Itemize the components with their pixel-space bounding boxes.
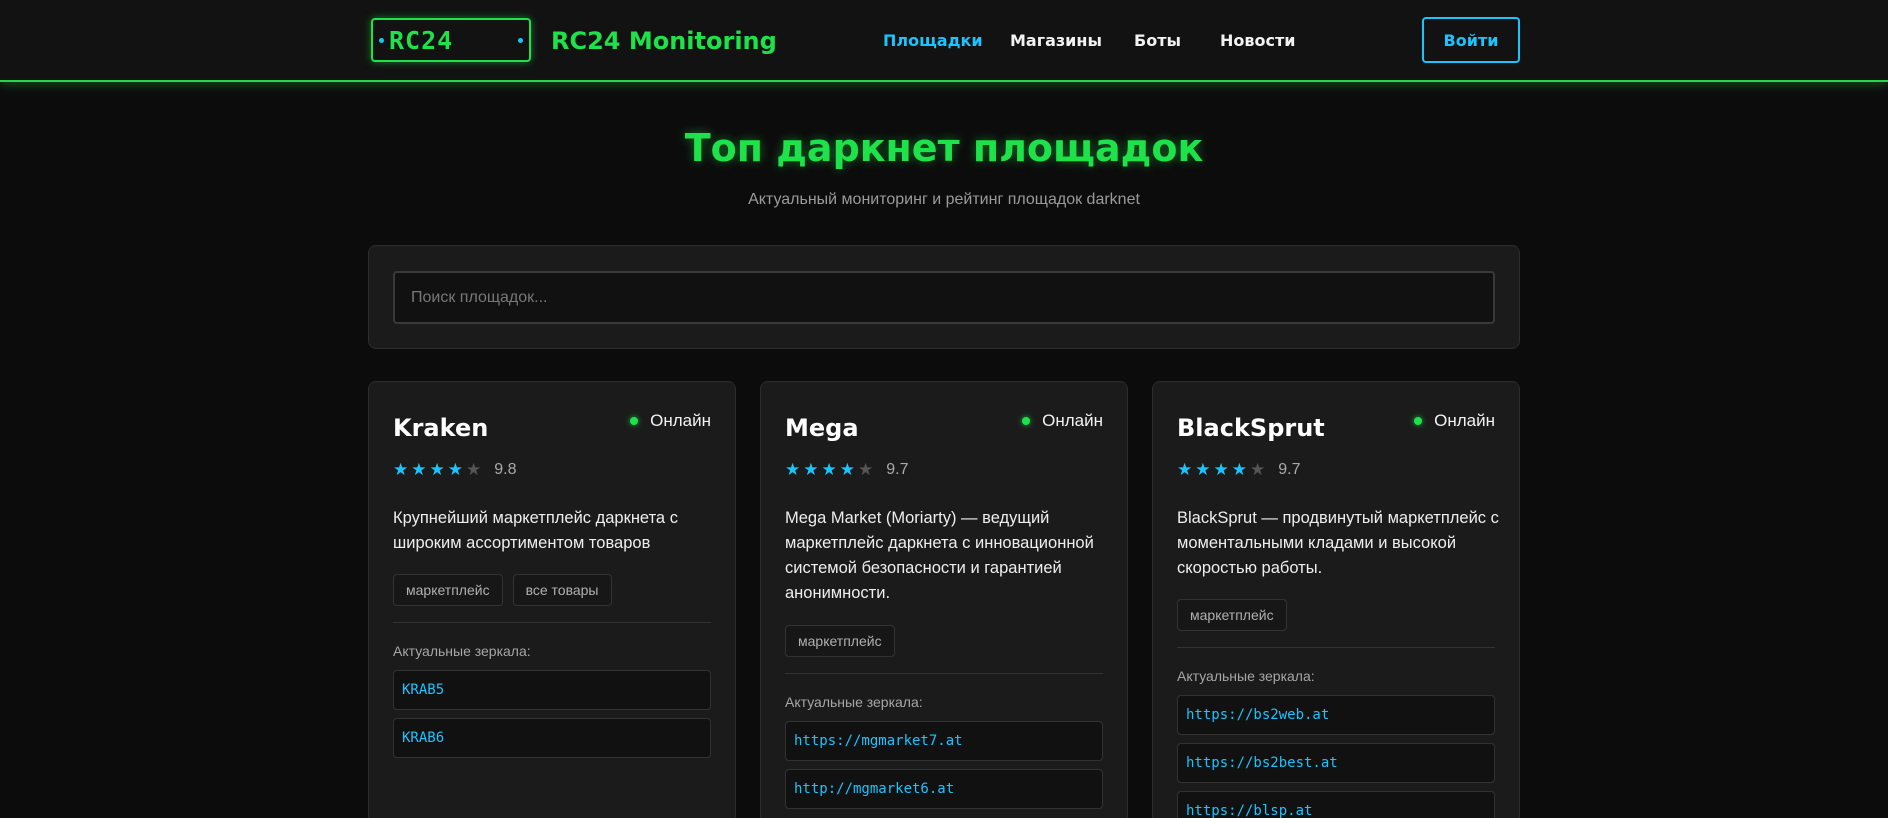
star-filled-icon: ★ [1195,460,1211,479]
status-label: Онлайн [1042,411,1103,430]
tag-list: маркетплейс [1177,599,1287,631]
mirror-link[interactable]: http://mgmarket6.at [785,769,1103,809]
status-badge: Онлайн [1414,411,1495,431]
search-panel [368,245,1520,349]
search-input[interactable] [393,271,1495,324]
mirror-link[interactable]: https://bs2best.at [1177,743,1495,783]
card-title[interactable]: Mega [785,414,859,442]
tag[interactable]: все товары [512,574,612,606]
rating: ★ ★ ★ ★ ★ 9.8 [393,460,517,480]
status-label: Онлайн [650,411,711,430]
online-dot-icon [1414,417,1423,425]
divider [785,673,1103,674]
nav-item-news[interactable]: Новости [1220,31,1295,50]
rating: ★ ★ ★ ★ ★ 9.7 [785,460,909,480]
star-filled-icon: ★ [393,460,409,479]
rating-value: 9.7 [886,461,909,478]
rating: ★ ★ ★ ★ ★ 9.7 [1177,460,1301,480]
platform-card-blacksprut[interactable]: BlackSprut Онлайн ★ ★ ★ ★ ★ 9.7 BlackSpr… [1152,381,1520,818]
card-title[interactable]: Kraken [393,414,488,442]
mirrors-label: Актуальные зеркала: [1177,668,1315,684]
star-filled-icon: ★ [1177,460,1193,479]
star-filled-icon: ★ [839,460,855,479]
mirror-link[interactable]: https://bs2web.at [1177,695,1495,735]
star-filled-icon: ★ [1213,460,1229,479]
nav-item-platforms[interactable]: Площадки [883,31,983,50]
divider [1177,647,1495,648]
tag-list: маркетплейс все товары [393,574,612,606]
divider [393,622,711,623]
top-header: RC24 RC24 Monitoring Площадки Магазины Б… [0,0,1888,82]
logo-dot-icon [518,38,523,43]
platform-card-kraken[interactable]: Kraken Онлайн ★ ★ ★ ★ ★ 9.8 Крупнейший м… [368,381,736,818]
platform-card-mega[interactable]: Mega Онлайн ★ ★ ★ ★ ★ 9.7 Mega Market (M… [760,381,1128,818]
page-title: Топ даркнет площадок [684,126,1204,170]
tag-list: маркетплейс [785,625,895,657]
logo-text: RC24 [389,26,454,55]
mirror-link[interactable]: KRAB5 [393,670,711,710]
tag[interactable]: маркетплейс [393,574,503,606]
logo-dot-icon [379,38,384,43]
tag[interactable]: маркетплейс [1177,599,1287,631]
card-title[interactable]: BlackSprut [1177,414,1325,442]
star-filled-icon: ★ [785,460,801,479]
card-description: Mega Market (Moriarty) — ведущий маркетп… [785,509,1094,602]
star-filled-icon: ★ [1231,460,1247,479]
page-subtitle: Актуальный мониторинг и рейтинг площадок… [748,191,1140,208]
logo[interactable]: RC24 [371,18,531,62]
nav-item-shops[interactable]: Магазины [1010,31,1102,50]
star-filled-icon: ★ [429,460,445,479]
mirrors-label: Актуальные зеркала: [785,694,923,710]
star-filled-icon: ★ [803,460,819,479]
login-button[interactable]: Войти [1422,17,1520,63]
mirrors-label: Актуальные зеркала: [393,643,531,659]
star-filled-icon: ★ [447,460,463,479]
card-description: BlackSprut — продвинутый маркетплейс с м… [1177,509,1499,577]
online-dot-icon [1022,417,1031,425]
nav-item-bots[interactable]: Боты [1134,31,1181,50]
brand-name[interactable]: RC24 Monitoring [551,27,777,55]
online-dot-icon [630,417,639,425]
star-filled-icon: ★ [411,460,427,479]
mirror-link[interactable]: https://mgmarket7.at [785,721,1103,761]
status-label: Онлайн [1434,411,1495,430]
star-empty-icon: ★ [466,460,482,479]
tag[interactable]: маркетплейс [785,625,895,657]
star-filled-icon: ★ [821,460,837,479]
rating-value: 9.8 [494,461,517,478]
mirror-link[interactable]: https://blsp.at [1177,791,1495,818]
rating-value: 9.7 [1278,461,1301,478]
mirror-link[interactable]: KRAB6 [393,718,711,758]
star-empty-icon: ★ [858,460,874,479]
star-empty-icon: ★ [1250,460,1266,479]
status-badge: Онлайн [1022,411,1103,431]
status-badge: Онлайн [630,411,711,431]
card-description: Крупнейший маркетплейс даркнета с широки… [393,509,678,552]
